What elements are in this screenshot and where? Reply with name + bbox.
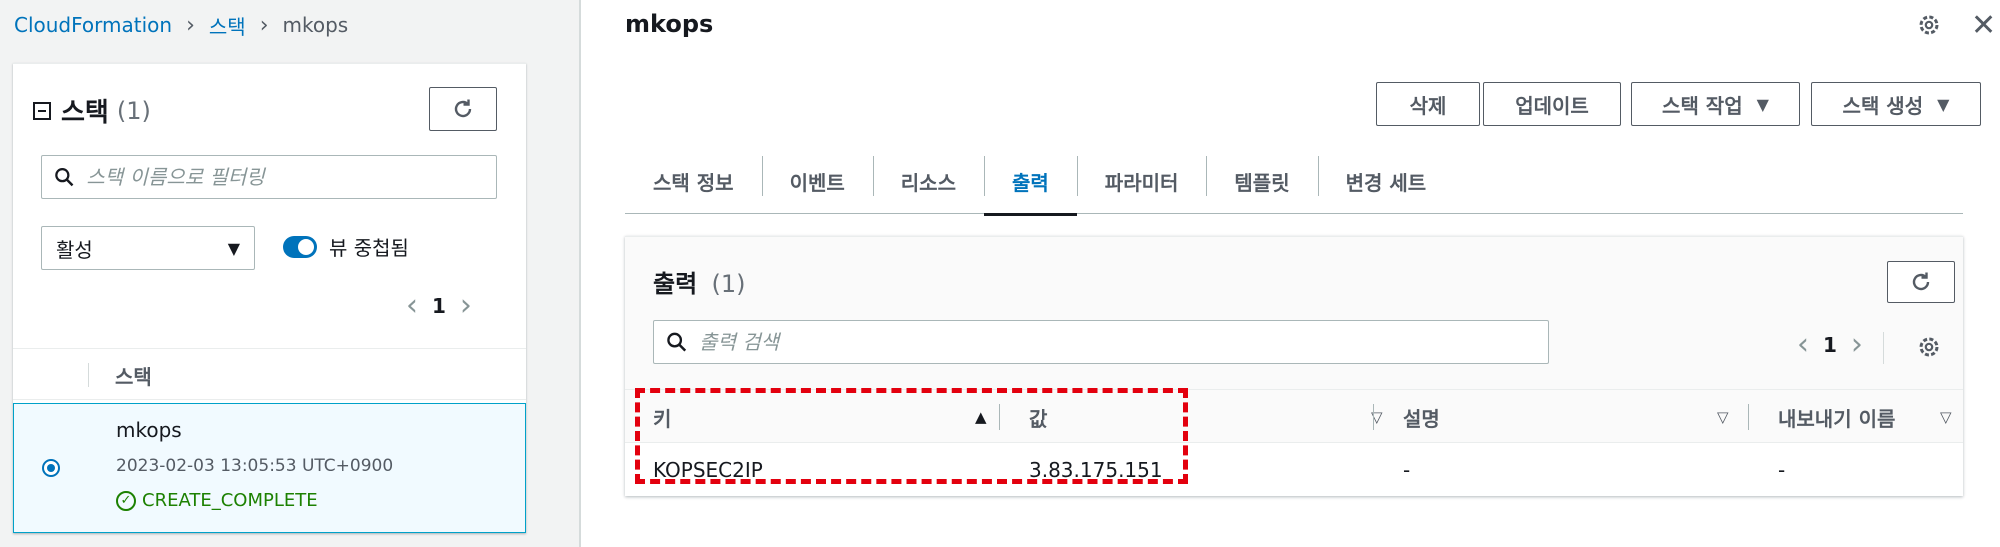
create-stack-label: 스택 생성 — [1842, 93, 1924, 118]
column-divider — [999, 404, 1000, 430]
stack-column-header: 스택 — [115, 365, 152, 389]
outputs-pagination: ‹ 1 › — [1783, 327, 1877, 362]
stack-pagination: ‹ 1 › — [392, 288, 486, 323]
delete-button-label: 삭제 — [1409, 93, 1447, 118]
stack-actions-button[interactable]: 스택 작업 ▼ — [1631, 82, 1800, 126]
outputs-title: 출력 (1) — [653, 264, 746, 299]
nested-view-label: 뷰 중첩됨 — [329, 236, 409, 260]
outputs-panel: 출력 (1) ‹ 1 › 키 ▲ — [625, 236, 1963, 496]
chevron-left-icon[interactable]: ‹ — [1797, 327, 1809, 362]
collapse-icon[interactable] — [33, 101, 51, 120]
nested-view-toggle[interactable] — [283, 235, 317, 258]
caret-down-icon: ▼ — [1756, 94, 1769, 114]
outputs-title-text: 출력 — [653, 270, 698, 298]
status-filter-select[interactable]: 활성 ▼ — [41, 226, 255, 270]
stack-row-name[interactable]: mkops — [116, 418, 182, 442]
breadcrumb: CloudFormation › 스택 › mkops — [14, 11, 349, 40]
cell-key: KOPSEC2IP — [653, 458, 763, 482]
column-header-description[interactable]: 설명 ▽ — [1403, 390, 1743, 444]
chevron-right-icon[interactable]: › — [460, 288, 472, 323]
tab-events[interactable]: 이벤트 — [761, 148, 873, 214]
stack-actions-label: 스택 작업 — [1662, 93, 1743, 118]
pagination-divider — [1883, 332, 1884, 364]
stack-row-radio[interactable] — [42, 459, 60, 477]
outputs-search-wrap — [653, 320, 1549, 364]
search-icon — [55, 168, 74, 187]
status-filter-value: 활성 — [56, 237, 93, 262]
breadcrumb-cloudformation[interactable]: CloudFormation — [14, 13, 172, 37]
sort-icon: ▽ — [1940, 408, 1952, 426]
update-button[interactable]: 업데이트 — [1483, 82, 1621, 126]
column-header-description-label: 설명 — [1403, 406, 1440, 431]
stack-panel-title: 스택 (1) — [33, 92, 151, 129]
column-header-key-label: 키 — [653, 406, 672, 431]
stack-list-pane: CloudFormation › 스택 › mkops 스택 (1) 활성 ▼ … — [0, 0, 580, 547]
detail-tabs: 스택 정보 이벤트 리소스 출력 파라미터 템플릿 변경 세트 — [625, 148, 1963, 216]
column-header-key[interactable]: 키 ▲ — [653, 390, 998, 444]
tab-stack-info[interactable]: 스택 정보 — [625, 148, 762, 214]
stack-detail-pane: mkops ✕ 삭제 업데이트 스택 작업 ▼ 스택 생성 ▼ 스택 정보 이벤… — [581, 0, 2000, 547]
stack-row-created: 2023-02-03 13:05:53 UTC+0900 — [116, 456, 394, 476]
nested-view-toggle-wrap: 뷰 중첩됨 — [283, 232, 409, 261]
cell-export-name: - — [1778, 458, 1786, 482]
chevron-right-icon[interactable]: › — [1851, 327, 1863, 362]
chevron-left-icon[interactable]: ‹ — [406, 288, 418, 323]
column-header-export-name[interactable]: 내보내기 이름 ▽ — [1778, 390, 1958, 444]
check-circle-icon: ✓ — [116, 490, 136, 511]
column-divider — [1373, 404, 1374, 430]
breadcrumb-current: mkops — [282, 13, 349, 37]
settings-gear-icon[interactable] — [1916, 12, 1942, 45]
create-stack-button[interactable]: 스택 생성 ▼ — [1811, 82, 1981, 126]
tab-change-sets[interactable]: 변경 세트 — [1317, 148, 1455, 214]
tab-template[interactable]: 템플릿 — [1206, 148, 1317, 214]
chevron-right-icon: › — [259, 12, 269, 38]
sort-icon: ▽ — [1717, 408, 1729, 426]
chevron-right-icon: › — [186, 12, 195, 38]
stack-row[interactable]: mkops 2023-02-03 13:05:53 UTC+0900 ✓ CRE… — [13, 403, 526, 533]
stack-filter-input[interactable] — [86, 165, 496, 189]
cell-value: 3.83.175.151 — [1029, 458, 1163, 482]
delete-button[interactable]: 삭제 — [1376, 82, 1480, 126]
tab-outputs[interactable]: 출력 — [983, 148, 1077, 216]
outputs-search-input[interactable] — [699, 330, 1548, 354]
tab-parameters[interactable]: 파라미터 — [1076, 148, 1207, 214]
stack-row-status: ✓ CREATE_COMPLETE — [116, 490, 318, 511]
outputs-table-header: 키 ▲ 값 ▽ 설명 ▽ 내보내기 이름 ▽ — [625, 389, 1963, 443]
column-header-value[interactable]: 값 ▽ — [1029, 390, 1399, 444]
stack-list-header: 스택 — [13, 348, 526, 400]
stack-row-status-text: CREATE_COMPLETE — [142, 490, 318, 511]
refresh-icon — [454, 99, 472, 118]
cell-description: - — [1403, 458, 1411, 482]
close-icon[interactable]: ✕ — [1971, 8, 1996, 43]
refresh-icon — [1912, 272, 1930, 291]
search-icon — [667, 332, 687, 352]
tab-resources[interactable]: 리소스 — [872, 148, 984, 214]
refresh-stacks-button[interactable] — [429, 87, 497, 131]
page-title: mkops — [625, 10, 714, 38]
stack-filter-input-wrap — [41, 155, 497, 199]
refresh-outputs-button[interactable] — [1887, 261, 1955, 303]
column-divider — [88, 363, 89, 387]
table-settings-gear-icon[interactable] — [1916, 334, 1942, 364]
update-button-label: 업데이트 — [1515, 93, 1589, 118]
outputs-count: (1) — [711, 270, 746, 298]
stack-panel-title-text: 스택 — [61, 98, 109, 128]
caret-down-icon: ▼ — [1937, 94, 1950, 114]
column-divider — [1748, 404, 1749, 430]
stack-page-number[interactable]: 1 — [432, 294, 446, 318]
breadcrumb-stacks[interactable]: 스택 — [209, 11, 246, 40]
column-header-export-name-label: 내보내기 이름 — [1778, 406, 1896, 431]
outputs-panel-header: 출력 (1) ‹ 1 › — [625, 237, 1963, 389]
column-header-value-label: 값 — [1029, 406, 1048, 431]
sort-ascending-icon: ▲ — [975, 408, 987, 426]
caret-down-icon: ▼ — [227, 238, 240, 258]
table-row: KOPSEC2IP 3.83.175.151 - - — [625, 443, 1963, 497]
stack-count: (1) — [116, 96, 151, 125]
outputs-page-number[interactable]: 1 — [1823, 333, 1837, 357]
